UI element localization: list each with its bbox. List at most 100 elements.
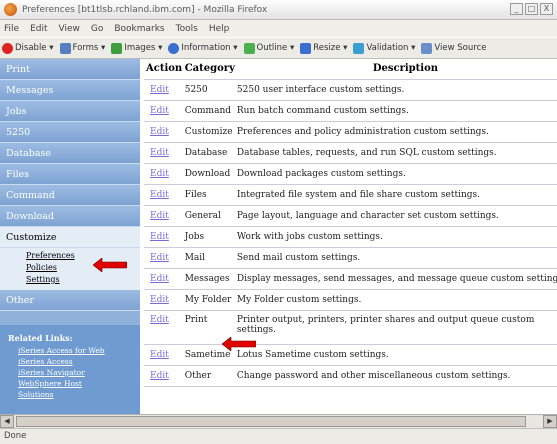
menu-file[interactable]: File	[4, 24, 19, 34]
main-panel: Action Category Description Edit 5250 52…	[140, 59, 557, 414]
row-description: 5250 user interface custom settings.	[234, 79, 557, 101]
sidebar-item-messages[interactable]: Messages	[0, 80, 140, 101]
edit-link[interactable]: Edit	[146, 232, 169, 242]
edit-link[interactable]: Edit	[146, 127, 169, 137]
toolbar-disable-button[interactable]: Disable ▾	[2, 42, 54, 54]
toolbar-view-source-button[interactable]: View Source	[421, 42, 487, 54]
table-row: Edit General Page layout, language and c…	[144, 205, 557, 227]
toolbar-label: Resize ▾	[313, 43, 348, 53]
table-header-row: Action Category Description	[144, 59, 557, 80]
table-row: Edit Messages Display messages, send mes…	[144, 268, 557, 290]
row-description: Display messages, send messages, and mes…	[234, 268, 557, 290]
row-description: Page layout, language and character set …	[234, 205, 557, 227]
toolbar-label: Outline ▾	[256, 43, 295, 53]
scroll-right-icon[interactable]: ▶	[543, 415, 557, 428]
row-category: Mail	[182, 247, 235, 269]
red-arrow-icon	[93, 258, 127, 272]
row-category: General	[182, 205, 235, 227]
row-description: Lotus Sametime custom settings.	[234, 344, 557, 366]
related-link[interactable]: iSeries Access	[8, 356, 134, 367]
toolbar-outline-button[interactable]: Outline ▾	[243, 42, 295, 54]
window-controls: _ □ X	[510, 3, 553, 15]
related-link[interactable]: iSeries Navigator	[8, 367, 134, 378]
maximize-button[interactable]: □	[525, 3, 538, 15]
table-row: Edit 5250 5250 user interface custom set…	[144, 79, 557, 101]
toolbar-label: Information ▾	[181, 43, 238, 53]
row-category: Jobs	[182, 226, 235, 248]
toolbar-label: Validation ▾	[366, 43, 416, 53]
row-category: Download	[182, 163, 235, 185]
related-link[interactable]: WebSphere Host	[8, 378, 134, 389]
sidebar-item-5250[interactable]: 5250	[0, 122, 140, 143]
edit-link[interactable]: Edit	[146, 169, 169, 179]
toolbar-label: Forms ▾	[72, 43, 106, 53]
images-icon	[111, 42, 123, 54]
sidebar-item-print[interactable]: Print	[0, 59, 140, 80]
sidebar-item-command[interactable]: Command	[0, 185, 140, 206]
menu-edit[interactable]: Edit	[30, 24, 47, 34]
sidebar-item-other[interactable]: Other	[0, 290, 140, 311]
edit-link[interactable]: Edit	[146, 274, 169, 284]
row-category: Customize	[182, 121, 235, 143]
toolbar-information-button[interactable]: Information ▾	[168, 42, 238, 54]
row-description: My Folder custom settings.	[234, 289, 557, 311]
edit-link[interactable]: Edit	[146, 295, 169, 305]
edit-link[interactable]: Edit	[146, 253, 169, 263]
edit-link[interactable]: Edit	[146, 148, 169, 158]
menu-view[interactable]: View	[59, 24, 80, 34]
minimize-button[interactable]: _	[510, 3, 523, 15]
row-category: Files	[182, 184, 235, 206]
forms-icon	[59, 42, 71, 54]
related-links-title: Related Links:	[8, 333, 73, 343]
outline-icon	[243, 42, 255, 54]
toolbar-forms-button[interactable]: Forms ▾	[59, 42, 106, 54]
row-category: Command	[182, 100, 235, 122]
row-description: Download packages custom settings.	[234, 163, 557, 185]
sidebar-item-files[interactable]: Files	[0, 164, 140, 185]
column-header-action: Action	[144, 59, 183, 80]
table-row: Edit Print Printer output, printers, pri…	[144, 310, 557, 345]
edit-link[interactable]: Edit	[146, 350, 169, 360]
table-row: Edit Other Change password and other mis…	[144, 365, 557, 387]
close-button[interactable]: X	[540, 3, 553, 15]
toolbar-label: View Source	[434, 43, 487, 53]
related-links-panel: Related Links: iSeries Access for Web iS…	[0, 325, 140, 414]
row-description: Send mail custom settings.	[234, 247, 557, 269]
information-icon	[168, 42, 180, 54]
edit-link[interactable]: Edit	[146, 315, 169, 325]
edit-link[interactable]: Edit	[146, 85, 169, 95]
edit-link[interactable]: Edit	[146, 211, 169, 221]
row-description: Preferences and policy administration cu…	[234, 121, 557, 143]
scroll-left-icon[interactable]: ◀	[0, 415, 14, 428]
menu-bookmarks[interactable]: Bookmarks	[114, 24, 164, 34]
toolbar-images-button[interactable]: Images ▾	[111, 42, 162, 54]
submenu-link-settings[interactable]: Settings	[26, 274, 140, 286]
firefox-icon	[4, 3, 17, 16]
row-description: Integrated file system and file share cu…	[234, 184, 557, 206]
menu-bar: File Edit View Go Bookmarks Tools Help	[0, 20, 557, 37]
row-description: Run batch command custom settings.	[234, 100, 557, 122]
row-category: 5250	[182, 79, 235, 101]
sidebar-item-customize[interactable]: Customize	[0, 227, 140, 248]
toolbar-resize-button[interactable]: Resize ▾	[300, 42, 348, 54]
menu-tools[interactable]: Tools	[176, 24, 198, 34]
edit-link[interactable]: Edit	[146, 371, 169, 381]
table-row: Edit My Folder My Folder custom settings…	[144, 289, 557, 311]
menu-help[interactable]: Help	[209, 24, 230, 34]
sidebar-item-database[interactable]: Database	[0, 143, 140, 164]
status-text: Done	[4, 431, 27, 441]
sidebar-item-jobs[interactable]: Jobs	[0, 101, 140, 122]
horizontal-scrollbar[interactable]: ◀ ▶	[0, 414, 557, 428]
sidebar-nav: Print Messages Jobs 5250 Database Files …	[0, 59, 140, 414]
toolbar-validation-button[interactable]: Validation ▾	[353, 42, 416, 54]
related-link[interactable]: iSeries Access for Web	[8, 345, 134, 356]
status-bar: Done	[0, 428, 557, 444]
edit-link[interactable]: Edit	[146, 106, 169, 116]
menu-go[interactable]: Go	[91, 24, 103, 34]
related-link[interactable]: Solutions	[8, 389, 134, 400]
scrollbar-thumb[interactable]	[16, 416, 526, 427]
sidebar-item-download[interactable]: Download	[0, 206, 140, 227]
edit-link[interactable]: Edit	[146, 190, 169, 200]
row-category: My Folder	[182, 289, 235, 311]
disable-icon	[2, 42, 13, 54]
